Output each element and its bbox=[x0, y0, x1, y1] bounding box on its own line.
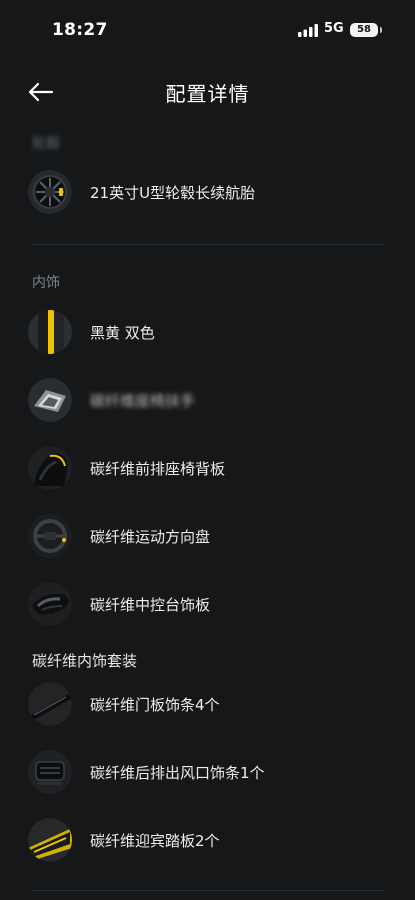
carbon-kit-group-label: 碳纤维内饰套装 bbox=[32, 652, 138, 670]
battery-tip bbox=[380, 27, 382, 33]
section-divider bbox=[32, 244, 384, 245]
wheel-item: 21英寸U型轮毂长续航胎 bbox=[28, 170, 388, 218]
bottom-divider bbox=[32, 890, 384, 891]
wheel-item-label: 21英寸U型轮毂长续航胎 bbox=[90, 184, 256, 202]
carbon-kit-item-label: 碳纤维迎宾踏板2个 bbox=[90, 832, 220, 850]
page-title: 配置详情 bbox=[165, 82, 250, 106]
door-trim-thumbnail-icon bbox=[28, 682, 72, 726]
interior-section-label: 内饰 bbox=[32, 275, 60, 291]
wheel-thumbnail bbox=[28, 170, 72, 214]
network-type: 5G bbox=[324, 21, 344, 36]
interior-item-label: 黑黄 双色 bbox=[90, 324, 155, 342]
seatback-thumbnail-icon bbox=[28, 446, 72, 490]
black-yellow-seat-swatch-icon bbox=[28, 310, 72, 354]
carbon-kit-item-door: 碳纤维门板饰条4个 bbox=[28, 682, 388, 730]
carbon-kit-item-sill: 碳纤维迎宾踏板2个 bbox=[28, 818, 388, 866]
interior-item-seatback: 碳纤维前排座椅背板 bbox=[28, 446, 388, 494]
interior-item-console: 碳纤维中控台饰板 bbox=[28, 582, 388, 630]
interior-item-armrest: 碳纤维座椅扶手 bbox=[28, 378, 388, 426]
vent-trim-thumbnail-icon bbox=[28, 750, 72, 794]
battery-level: 58 bbox=[357, 24, 371, 35]
status-time: 18:27 bbox=[52, 20, 108, 40]
carbon-kit-item-label: 碳纤维门板饰条4个 bbox=[90, 696, 220, 714]
signal-icon bbox=[298, 24, 318, 37]
sill-plate-thumbnail-icon bbox=[28, 818, 72, 862]
wheels-section-label: 轮毂 bbox=[32, 136, 60, 152]
console-trim-thumbnail-icon bbox=[28, 582, 72, 626]
interior-item-steering: 碳纤维运动方向盘 bbox=[28, 514, 388, 562]
interior-item-label: 碳纤维座椅扶手 bbox=[90, 392, 196, 410]
carbon-kit-item-label: 碳纤维后排出风口饰条1个 bbox=[90, 764, 265, 782]
battery-icon: 58 bbox=[350, 23, 378, 37]
carbon-kit-item-vent: 碳纤维后排出风口饰条1个 bbox=[28, 750, 388, 798]
steering-wheel-thumbnail-icon bbox=[28, 514, 72, 558]
armrest-thumbnail-icon bbox=[28, 378, 72, 422]
interior-item-label: 碳纤维中控台饰板 bbox=[90, 596, 211, 614]
nav-bar: 配置详情 bbox=[0, 70, 415, 114]
interior-item-label: 碳纤维运动方向盘 bbox=[90, 528, 211, 546]
status-bar: 18:27 5G 58 bbox=[0, 0, 415, 60]
interior-item-label: 碳纤维前排座椅背板 bbox=[90, 460, 226, 478]
interior-item-color: 黑黄 双色 bbox=[28, 310, 388, 358]
